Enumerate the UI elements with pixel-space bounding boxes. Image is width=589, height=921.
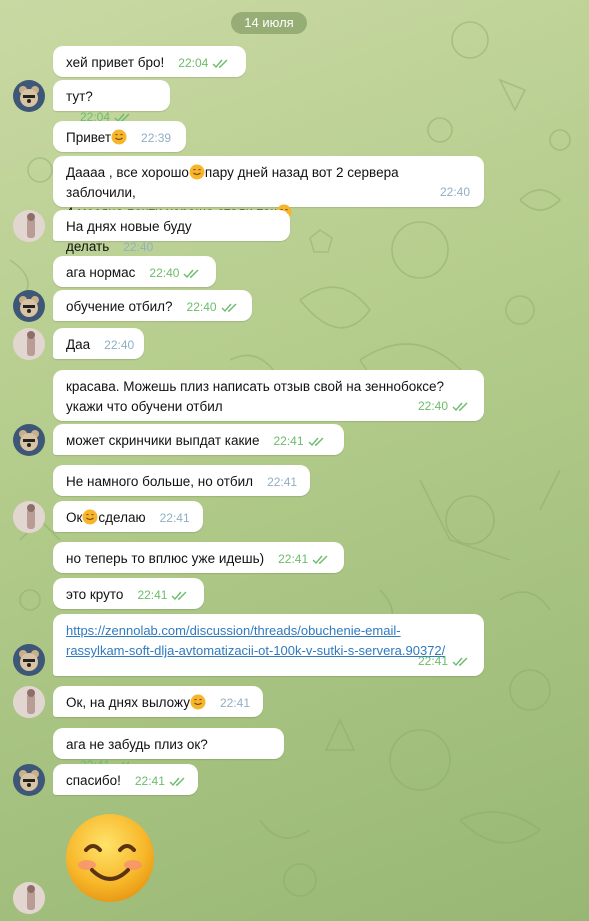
message-time: 22:41 <box>418 651 470 671</box>
message-time: 22:41 <box>273 434 325 448</box>
message-text: Не намного больше, но отбил <box>66 474 254 489</box>
message-bubble[interactable]: обучение отбил? 22:40 <box>53 290 252 321</box>
message-bubble[interactable]: ага нормас 22:40 <box>53 256 216 287</box>
double-check-icon <box>169 777 185 787</box>
message-text: укажи что обучени отбил <box>66 399 223 414</box>
message-bubble[interactable]: Ок сделаю 22:41 <box>53 501 203 532</box>
message-text: хей привет бро! <box>66 55 165 70</box>
double-check-icon <box>312 555 328 565</box>
message-text: красава. Можешь плиз написать отзыв свой… <box>66 379 445 394</box>
message-time: 22:40 <box>104 338 135 352</box>
message-bubble[interactable]: ага не забудь плиз ок?22:41 <box>53 728 284 772</box>
big-smiling-face-icon[interactable] <box>62 810 158 906</box>
message-text: Даа <box>66 337 91 352</box>
bear-avatar[interactable] <box>13 290 45 322</box>
message-time: 22:41 <box>278 552 330 566</box>
message-bubble[interactable]: спасибо! 22:41 <box>53 764 198 795</box>
double-check-icon <box>452 402 468 412</box>
message-bubble[interactable]: https://zennolab.com/discussion/threads/… <box>53 614 484 676</box>
message-text: обучение отбил? <box>66 299 173 314</box>
message-bubble[interactable]: Ок, на днях выложу 22:41 <box>53 686 263 717</box>
message-text: ага не забудь плиз ок? <box>66 737 208 752</box>
double-check-icon <box>452 657 468 667</box>
message-bubble[interactable]: На днях новые буду делать 22:40 <box>53 210 290 254</box>
message-text: но теперь то вплюс уже идешь) <box>66 551 265 566</box>
message-text: Ок, на днях выложу <box>66 695 190 710</box>
message-bubble[interactable]: но теперь то вплюс уже идешь) 22:41 <box>53 542 344 573</box>
message-bubble[interactable]: Не намного больше, но отбил 22:41 <box>53 465 310 496</box>
double-check-icon <box>221 303 237 313</box>
photo-avatar[interactable] <box>13 210 45 242</box>
message-time: 22:41 <box>219 696 250 710</box>
bear-avatar[interactable] <box>13 80 45 112</box>
message-time: 22:41 <box>137 588 189 602</box>
message-bubble[interactable]: может скринчики выпдат какие 22:41 <box>53 424 344 455</box>
message-time: 22:40 <box>439 185 470 199</box>
double-check-icon <box>183 269 199 279</box>
message-text: может скринчики выпдат какие <box>66 433 260 448</box>
message-time: 22:40 <box>187 300 239 314</box>
message-text: это круто <box>66 587 124 602</box>
message-text: сделаю <box>98 510 146 525</box>
message-text: Даааа , все хорошо <box>66 165 189 180</box>
smiling-face-icon <box>190 694 206 710</box>
message-text: Ок <box>66 510 83 525</box>
message-time: 22:39 <box>141 131 172 145</box>
message-bubble[interactable]: хей привет бро! 22:04 <box>53 46 246 77</box>
double-check-icon <box>308 437 324 447</box>
message-bubble[interactable]: красава. Можешь плиз написать отзыв свой… <box>53 370 484 421</box>
message-text: спасибо! <box>66 773 121 788</box>
photo-avatar[interactable] <box>13 328 45 360</box>
photo-avatar[interactable] <box>13 882 45 914</box>
url-link[interactable]: https://zennolab.com/discussion/threads/… <box>66 623 445 658</box>
message-time: 22:41 <box>135 774 187 788</box>
message-bubble[interactable]: Даа 22:40 <box>53 328 144 359</box>
message-bubble[interactable]: Привет 22:39 <box>53 121 186 152</box>
bear-avatar[interactable] <box>13 764 45 796</box>
smiling-face-icon <box>111 129 127 145</box>
bear-avatar[interactable] <box>13 644 45 676</box>
photo-avatar[interactable] <box>13 686 45 718</box>
message-time: 22:04 <box>178 56 230 70</box>
message-time: 22:40 <box>123 240 154 254</box>
double-check-icon <box>212 59 228 69</box>
smiling-face-icon <box>82 509 98 525</box>
smiling-face-icon <box>189 164 205 180</box>
photo-avatar[interactable] <box>13 501 45 533</box>
message-time: 22:41 <box>267 475 298 489</box>
message-bubble[interactable]: тут?22:04 <box>53 80 170 124</box>
double-check-icon <box>171 591 187 601</box>
message-time: 22:41 <box>159 511 190 525</box>
message-text: ага нормас <box>66 265 136 280</box>
message-time: 22:40 <box>418 396 470 416</box>
message-bubble[interactable]: Даааа , все хорошо пару дней назад вот 2 … <box>53 156 484 220</box>
bear-avatar[interactable] <box>13 424 45 456</box>
message-time: 22:40 <box>149 266 201 280</box>
message-text: Привет <box>66 130 112 145</box>
message-bubble[interactable]: это круто 22:41 <box>53 578 204 609</box>
date-separator: 14 июля <box>231 12 307 34</box>
message-text: тут? <box>66 89 93 104</box>
